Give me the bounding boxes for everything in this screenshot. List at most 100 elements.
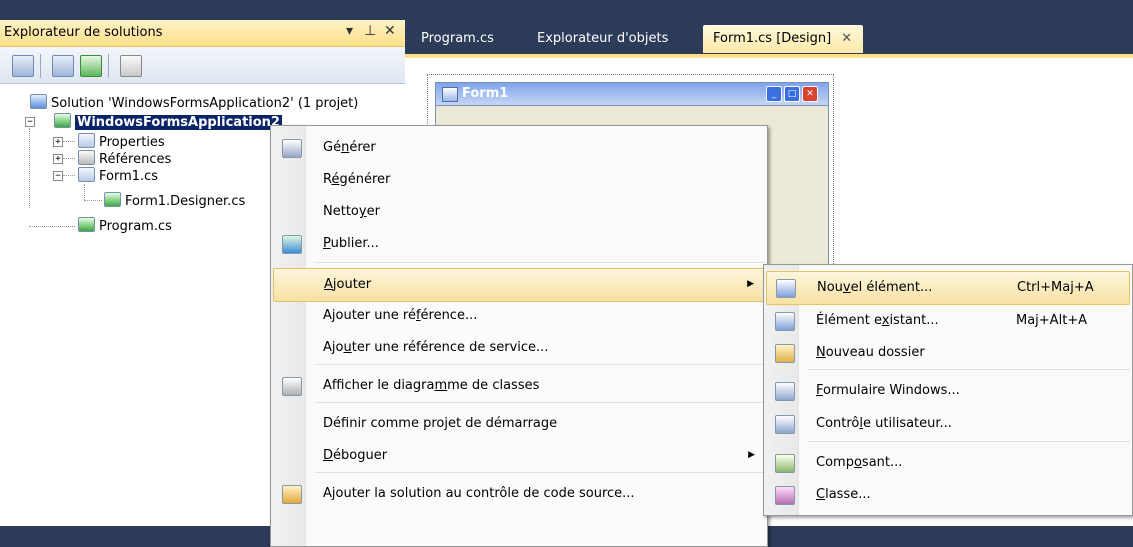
submenu-item-6[interactable]: Classe... <box>766 479 1130 511</box>
expand-icon[interactable]: + <box>53 154 63 164</box>
tree-line <box>63 158 75 159</box>
submenu-item-4[interactable]: Contrôle utilisateur... <box>766 408 1130 440</box>
tree-item-solution[interactable]: Solution 'WindowsFormsApplication2' (1 p… <box>30 94 358 111</box>
menu-item-0[interactable]: Générer <box>273 132 765 164</box>
expand-icon[interactable]: + <box>53 137 63 147</box>
tree-item-references-label: Références <box>99 152 172 167</box>
label-text: Comp <box>816 455 854 470</box>
menu-item-label: Définir comme projet de démarrage <box>323 416 557 431</box>
tab-close-icon[interactable]: ✕ <box>841 31 852 46</box>
existing-item-icon <box>775 312 795 331</box>
tab-object-explorer[interactable]: Explorateur d'objets <box>527 25 678 53</box>
tree-item-form1[interactable]: Form1.cs <box>78 167 158 184</box>
submenu-item-0[interactable]: Nouvel élément... Ctrl+Maj+A <box>766 271 1130 305</box>
build-icon <box>282 139 302 158</box>
window-top-strip <box>0 0 1133 20</box>
tree-item-program[interactable]: Program.cs <box>78 217 172 234</box>
component-icon <box>775 454 795 473</box>
tab-program-cs[interactable]: Program.cs <box>411 25 504 53</box>
class-diagram-icon[interactable] <box>120 55 142 77</box>
label-text: Gé <box>323 140 342 155</box>
form-icon <box>78 167 95 182</box>
label-text: Ajo <box>323 340 344 355</box>
label-text: érence... <box>420 308 478 323</box>
menu-separator <box>808 441 1130 442</box>
properties-folder-icon <box>78 133 95 148</box>
menu-item-8[interactable]: Définir comme projet de démarrage <box>273 408 765 440</box>
menu-item-label: Déboguer <box>323 448 387 463</box>
properties-icon[interactable] <box>12 55 34 77</box>
menu-item-7[interactable]: Afficher le diagramme de classes <box>273 370 765 402</box>
tree-item-program-label: Program.cs <box>99 219 172 234</box>
submenu-item-5[interactable]: Composant... <box>766 447 1130 479</box>
submenu-item-label: Classe... <box>816 487 871 502</box>
tree-item-references[interactable]: Références <box>78 150 171 167</box>
submenu-item-label: Contrôle utilisateur... <box>816 416 952 431</box>
refresh-icon[interactable] <box>80 55 102 77</box>
label-text: Nou <box>817 280 843 295</box>
shortcut-text: Ctrl+Maj+A <box>1017 280 1094 295</box>
publish-icon <box>282 235 302 254</box>
submenu-item-2[interactable]: Nouveau dossier <box>766 337 1130 369</box>
tab-label: Explorateur d'objets <box>537 31 669 46</box>
menu-item-6[interactable]: Ajouter une référence de service... <box>273 332 765 364</box>
label-text: Déf <box>323 416 350 431</box>
class-diagram-icon <box>282 377 302 396</box>
submenu-item-3[interactable]: Formulaire Windows... <box>766 375 1130 407</box>
windows-form-icon <box>775 382 795 401</box>
menu-item-label: Nettoyer <box>323 204 380 219</box>
access-key: P <box>323 236 331 251</box>
label-text: ter une référence de service... <box>351 340 549 355</box>
tree-item-properties[interactable]: Properties <box>78 133 165 150</box>
label-text: el élément... <box>850 280 933 295</box>
menu-item-label: Ajouter une référence... <box>323 308 477 323</box>
document-tabs: Program.cs Explorateur d'objets Form1.cs… <box>405 20 1133 58</box>
dropdown-arrow-icon[interactable]: ▾ <box>346 23 353 39</box>
menu-item-label: Ajouter <box>324 277 371 292</box>
collapse-icon[interactable]: − <box>25 117 35 127</box>
collapse-icon[interactable]: − <box>53 171 63 181</box>
menu-item-1[interactable]: Régénérer <box>273 164 765 196</box>
menu-item-label: Publier... <box>323 236 379 251</box>
pin-icon[interactable]: ⊥ <box>364 23 376 39</box>
label-text: ublier... <box>330 236 379 251</box>
solution-icon <box>30 94 47 109</box>
access-key: C <box>816 487 826 502</box>
menu-item-10[interactable]: Ajouter la solution au contrôle de code … <box>273 478 765 510</box>
close-icon[interactable]: ✕ <box>384 23 396 39</box>
label-text: me de classes <box>447 378 540 393</box>
show-all-files-icon[interactable] <box>52 55 74 77</box>
menu-separator <box>315 402 765 403</box>
csharp-file-icon <box>104 192 121 207</box>
submenu-item-1[interactable]: Élément existant... Maj+Alt+A <box>766 305 1130 337</box>
menu-separator <box>315 262 765 263</box>
class-icon <box>775 486 795 505</box>
menu-separator <box>315 472 765 473</box>
submenu-arrow-icon: ▶ <box>747 279 754 289</box>
tree-item-project[interactable]: WindowsFormsApplication2 <box>54 113 282 130</box>
label-text: jouter <box>332 277 372 292</box>
access-key: m <box>434 378 448 393</box>
menu-item-9[interactable]: Déboguer ▶ <box>273 440 765 472</box>
close-icon: ✕ <box>802 86 818 102</box>
label-text: er <box>366 204 380 219</box>
submenu-item-label: Formulaire Windows... <box>816 383 960 398</box>
access-key: F <box>816 383 824 398</box>
tab-label: Form1.cs [Design] <box>713 31 832 46</box>
menu-item-3[interactable]: Publier... <box>273 228 765 260</box>
label-text: ormulaire Windows... <box>823 383 960 398</box>
tree-line <box>84 200 102 201</box>
label-text: générer <box>339 172 391 187</box>
csharp-file-icon <box>78 217 95 232</box>
menu-item-2[interactable]: Nettoyer <box>273 196 765 228</box>
add-submenu: Nouvel élément... Ctrl+Maj+A Élément exist… <box>763 264 1133 516</box>
label-text: nir comme projet de démarrage <box>349 416 558 431</box>
menu-item-5[interactable]: Ajouter une référence... <box>273 300 765 332</box>
maximize-icon: □ <box>784 86 800 102</box>
tab-form1-design[interactable]: Form1.cs [Design] ✕ <box>703 25 863 53</box>
tree-item-form1-designer[interactable]: Form1.Designer.cs <box>104 192 245 209</box>
access-key: v <box>842 280 851 295</box>
menu-separator <box>808 369 1130 370</box>
menu-item-4[interactable]: Ajouter ▶ <box>273 268 765 302</box>
menu-item-label: Générer <box>323 140 376 155</box>
